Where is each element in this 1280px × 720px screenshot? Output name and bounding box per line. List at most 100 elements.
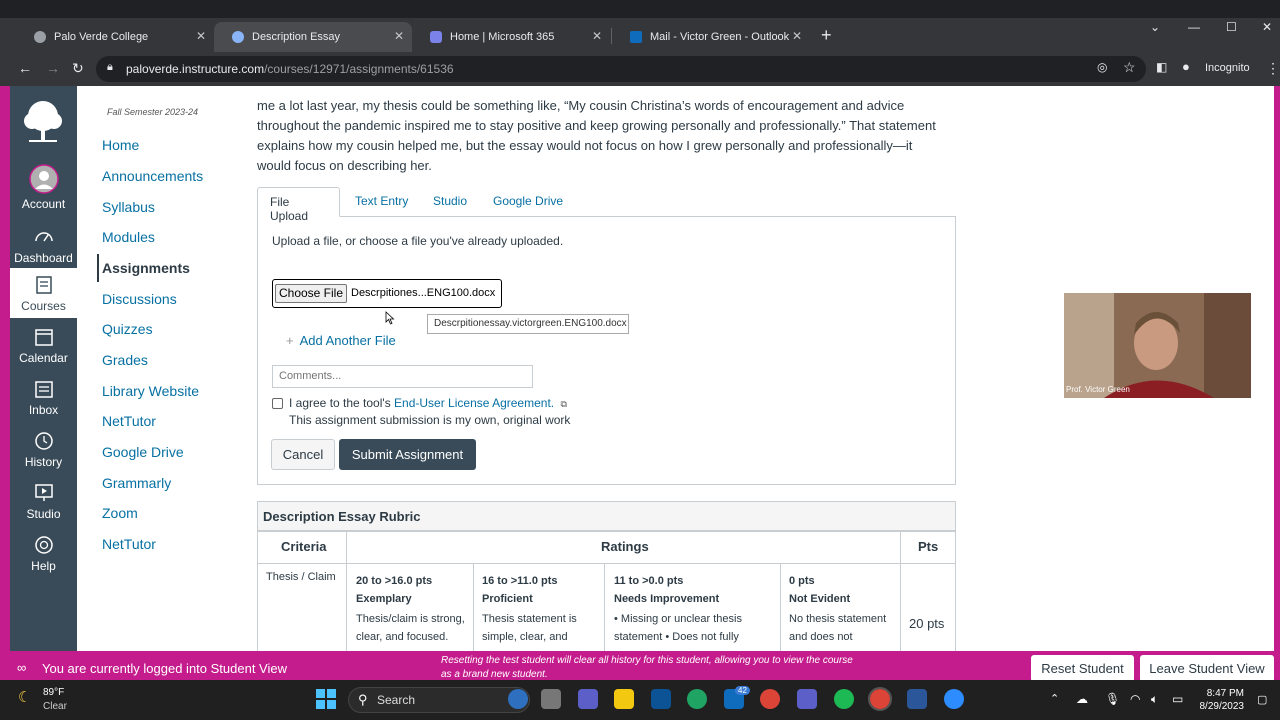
close-icon[interactable]: ✕ bbox=[792, 29, 802, 43]
leave-student-view-button[interactable]: Leave Student View bbox=[1140, 655, 1274, 682]
eula-checkbox[interactable] bbox=[272, 398, 283, 409]
close-icon[interactable]: ✕ bbox=[592, 29, 602, 43]
close-window-icon[interactable]: ✕ bbox=[1262, 20, 1272, 34]
course-nav-nettutor-2[interactable]: NetTutor bbox=[102, 536, 156, 552]
eula-link[interactable]: End-User License Agreement. bbox=[394, 396, 554, 410]
nav-account[interactable]: Account bbox=[10, 164, 77, 211]
nav-dashboard[interactable]: Dashboard bbox=[10, 226, 77, 265]
presenter-image bbox=[1064, 293, 1251, 398]
new-tab-button[interactable]: + bbox=[821, 25, 832, 46]
rubric-divider bbox=[257, 563, 956, 564]
chrome-icon[interactable] bbox=[760, 689, 780, 709]
chevron-down-icon[interactable]: ⌄ bbox=[1150, 20, 1160, 34]
menu-icon[interactable]: ⋮ bbox=[1266, 60, 1280, 77]
comments-field[interactable] bbox=[272, 365, 533, 388]
system-clock[interactable]: 8:47 PM 8/29/2023 bbox=[1196, 687, 1245, 713]
tab-google-drive[interactable]: Google Drive bbox=[481, 187, 575, 217]
nav-inbox[interactable]: Inbox bbox=[10, 378, 77, 417]
teams-icon[interactable] bbox=[797, 689, 817, 709]
incognito-label[interactable]: Incognito bbox=[1205, 62, 1250, 74]
eye-off-icon[interactable]: ◎ bbox=[1097, 60, 1107, 74]
course-nav-library[interactable]: Library Website bbox=[102, 383, 199, 399]
course-nav-google-drive[interactable]: Google Drive bbox=[102, 444, 184, 460]
word-icon[interactable] bbox=[907, 689, 927, 709]
tab-outlook[interactable]: Mail - Victor Green - Outlook ✕ bbox=[612, 22, 810, 52]
tab-text-entry[interactable]: Text Entry bbox=[343, 187, 420, 217]
rubric-header-criteria: Criteria bbox=[281, 539, 327, 554]
description-line: would focus on describing her. bbox=[257, 158, 432, 173]
rating-name: Needs Improvement bbox=[614, 593, 720, 605]
minimize-icon[interactable]: — bbox=[1188, 20, 1200, 34]
nav-label: Dashboard bbox=[14, 251, 73, 265]
nav-studio[interactable]: Studio bbox=[10, 482, 77, 521]
weather-temp[interactable]: 89°F bbox=[43, 687, 64, 698]
url-text[interactable]: paloverde.instructure.com/courses/12971/… bbox=[126, 62, 454, 76]
volume-icon[interactable]: 🔈︎ bbox=[1151, 692, 1158, 707]
close-icon[interactable]: ✕ bbox=[196, 29, 206, 43]
presenter-name: Prof. Victor Green bbox=[1066, 385, 1130, 394]
nav-label: Help bbox=[31, 559, 56, 573]
wifi-icon[interactable]: ◠ bbox=[1130, 692, 1140, 706]
back-icon[interactable]: ← bbox=[18, 60, 32, 76]
choose-file-button[interactable]: Choose File bbox=[275, 284, 347, 303]
course-nav-discussions[interactable]: Discussions bbox=[102, 291, 177, 307]
task-view-icon[interactable] bbox=[541, 689, 561, 709]
nav-calendar[interactable]: Calendar bbox=[10, 326, 77, 365]
file-explorer-icon[interactable] bbox=[614, 689, 634, 709]
palo-verde-logo[interactable] bbox=[19, 99, 67, 145]
rating-range: 0 pts bbox=[789, 575, 815, 587]
notification-icon[interactable]: ▢ bbox=[1257, 693, 1267, 706]
course-nav-nettutor[interactable]: NetTutor bbox=[102, 413, 156, 429]
windows-start-icon[interactable] bbox=[316, 689, 336, 709]
cancel-button[interactable]: Cancel bbox=[271, 439, 335, 470]
nav-history[interactable]: History bbox=[10, 430, 77, 469]
student-view-message: You are currently logged into Student Vi… bbox=[42, 661, 288, 676]
course-nav-announcements[interactable]: Announcements bbox=[102, 168, 203, 184]
course-nav-home[interactable]: Home bbox=[102, 137, 139, 153]
course-nav-modules[interactable]: Modules bbox=[102, 229, 155, 245]
course-nav-syllabus[interactable]: Syllabus bbox=[102, 199, 155, 215]
bing-icon[interactable] bbox=[508, 689, 528, 709]
edge-icon[interactable] bbox=[687, 689, 707, 709]
tab-description-essay[interactable]: Description Essay ✕ bbox=[214, 22, 412, 52]
rating-cell: 16 to >11.0 pts Proficient Thesis statem… bbox=[482, 572, 602, 646]
microphone-icon[interactable]: 🎙︎ bbox=[1105, 692, 1120, 706]
spotify-icon[interactable] bbox=[834, 689, 854, 709]
star-icon[interactable]: ☆ bbox=[1123, 59, 1136, 76]
course-nav-assignments[interactable]: Assignments bbox=[102, 260, 190, 276]
nav-help[interactable]: Help bbox=[10, 534, 77, 573]
teams-chat-icon[interactable] bbox=[578, 689, 598, 709]
battery-icon[interactable]: ▭ bbox=[1172, 692, 1183, 706]
reload-icon[interactable]: ↻ bbox=[72, 60, 84, 77]
tab-title: Description Essay bbox=[252, 31, 341, 43]
webcam-video bbox=[1064, 293, 1251, 398]
chrome-incognito-icon[interactable] bbox=[868, 687, 892, 711]
store-icon[interactable] bbox=[651, 689, 671, 709]
tab-studio[interactable]: Studio bbox=[421, 187, 479, 217]
tab-microsoft-365[interactable]: Home | Microsoft 365 ✕ bbox=[412, 22, 610, 52]
close-icon[interactable]: ✕ bbox=[394, 29, 404, 43]
weather-condition[interactable]: Clear bbox=[43, 701, 67, 712]
nav-courses[interactable]: Courses bbox=[10, 268, 77, 318]
maximize-icon[interactable]: ☐ bbox=[1226, 20, 1237, 34]
cloud-icon[interactable]: ☁ bbox=[1076, 692, 1088, 706]
reset-student-button[interactable]: Reset Student bbox=[1031, 655, 1134, 682]
course-nav-grammarly[interactable]: Grammarly bbox=[102, 475, 171, 491]
course-nav-zoom[interactable]: Zoom bbox=[102, 505, 138, 521]
taskbar-search[interactable] bbox=[348, 687, 530, 713]
zoom-icon[interactable] bbox=[944, 689, 964, 709]
course-nav-grades[interactable]: Grades bbox=[102, 352, 148, 368]
tab-file-upload[interactable]: File Upload bbox=[257, 187, 340, 223]
outlook-icon bbox=[630, 31, 642, 43]
forward-icon[interactable]: → bbox=[46, 60, 60, 76]
rating-desc: statement • Does not fully bbox=[614, 631, 739, 643]
tab-palo-verde[interactable]: Palo Verde College ✕ bbox=[16, 22, 214, 52]
taskbar bbox=[0, 680, 1280, 720]
calendar-icon bbox=[34, 329, 53, 346]
add-another-file-button[interactable]: + Add Another File bbox=[286, 333, 396, 348]
course-nav-quizzes[interactable]: Quizzes bbox=[102, 321, 153, 337]
lock-icon[interactable]: 🔒︎ bbox=[107, 61, 113, 74]
chevron-up-icon[interactable]: ⌃ bbox=[1050, 692, 1059, 705]
submit-assignment-button[interactable]: Submit Assignment bbox=[339, 439, 476, 470]
side-panel-icon[interactable]: ◧ bbox=[1156, 60, 1167, 74]
